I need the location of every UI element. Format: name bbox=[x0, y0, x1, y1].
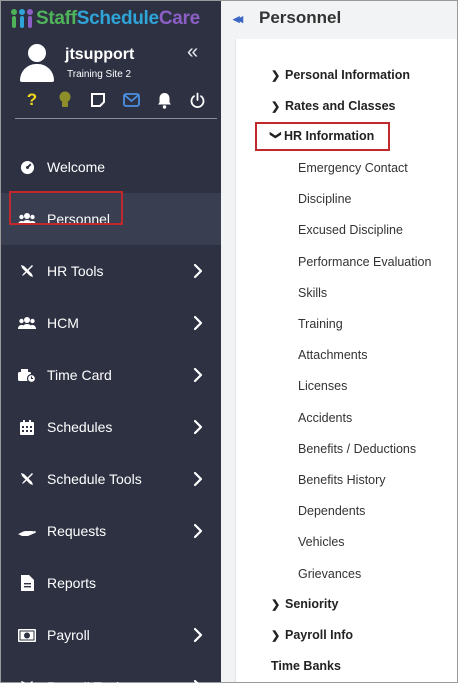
avatar-head bbox=[28, 44, 46, 62]
tree-rates-and-classes[interactable]: ❯ Rates and Classes bbox=[271, 95, 395, 117]
sidebar-item-label: Schedule Tools bbox=[47, 471, 142, 487]
chevron-right-icon: ❯ bbox=[271, 100, 281, 113]
sidebar-item-label: Reports bbox=[47, 575, 97, 591]
avatar[interactable] bbox=[19, 44, 55, 82]
note-icon[interactable] bbox=[89, 91, 107, 109]
page-title: Personnel bbox=[259, 8, 342, 27]
tree-item-discipline[interactable]: Discipline bbox=[298, 188, 352, 210]
chevron-right-icon bbox=[189, 314, 207, 332]
collapse-panel-icon[interactable]: ◂◂ bbox=[233, 11, 243, 27]
sidebar-item-label: Payroll bbox=[47, 627, 90, 643]
chevron-right-icon bbox=[189, 418, 207, 436]
tree-item-attachments[interactable]: Attachments bbox=[298, 344, 367, 366]
sidebar-item-label: HCM bbox=[47, 315, 79, 331]
tree-payroll-info[interactable]: ❯ Payroll Info bbox=[271, 624, 353, 646]
dashboard-icon bbox=[18, 158, 36, 176]
tree-item-accidents[interactable]: Accidents bbox=[298, 407, 352, 429]
brand-logo[interactable]: Staff Schedule Care bbox=[11, 7, 200, 31]
main-content: ◂◂ Personnel ❯ Personal Information ❯ Rate… bbox=[221, 1, 457, 682]
sidebar-item-schedules[interactable]: Schedules bbox=[1, 401, 221, 453]
sidebar-item-label: Welcome bbox=[47, 159, 106, 175]
users-icon bbox=[18, 314, 36, 332]
power-icon[interactable] bbox=[189, 91, 207, 109]
chevron-right-icon bbox=[189, 366, 207, 384]
tree-item-dependents[interactable]: Dependents bbox=[298, 500, 365, 522]
chevron-right-icon: ❯ bbox=[271, 69, 281, 82]
username: jtsupport bbox=[65, 46, 135, 63]
tree-item-performance-evaluation[interactable]: Performance Evaluation bbox=[298, 251, 431, 273]
tree-item-skills[interactable]: Skills bbox=[298, 282, 327, 304]
collapse-sidebar-icon[interactable]: « bbox=[187, 41, 198, 64]
user-panel: jtsupport Training Site 2 « ? bbox=[15, 41, 217, 119]
tree-time-banks[interactable]: Time Banks bbox=[271, 655, 341, 677]
hand-icon bbox=[18, 522, 36, 540]
mail-icon[interactable] bbox=[123, 91, 141, 109]
tools-icon bbox=[18, 262, 36, 280]
site-name: Training Site 2 bbox=[67, 69, 132, 80]
sidebar-item-label: Requests bbox=[47, 523, 107, 539]
tree-label: Rates and Classes bbox=[285, 99, 396, 113]
tree-item-emergency-contact[interactable]: Emergency Contact bbox=[298, 157, 408, 179]
tools-icon bbox=[18, 470, 36, 488]
sidebar-item-hr-tools[interactable]: HR Tools bbox=[1, 245, 221, 297]
top-bar: ◂◂ Personnel bbox=[221, 1, 457, 37]
sidebar-item-payroll[interactable]: Payroll bbox=[1, 609, 221, 661]
tree-hr-information-overlay[interactable]: ❯ HR Information bbox=[269, 125, 375, 147]
tree-item-licenses[interactable]: Licenses bbox=[298, 375, 347, 397]
sidebar-item-label: Payroll Tools bbox=[47, 679, 126, 683]
chevron-right-icon: ❯ bbox=[271, 598, 281, 611]
chevron-right-icon bbox=[189, 522, 207, 540]
sidebar-item-hcm[interactable]: HCM bbox=[1, 297, 221, 349]
tools-icon bbox=[18, 678, 36, 683]
sidebar-item-requests[interactable]: Requests bbox=[1, 505, 221, 557]
tree-personal-information[interactable]: ❯ Personal Information bbox=[271, 64, 410, 86]
money-icon bbox=[18, 626, 36, 644]
logo-people-icon bbox=[11, 9, 33, 29]
tree-item-grievances[interactable]: Grievances bbox=[298, 563, 361, 585]
tree-seniority[interactable]: ❯ Seniority bbox=[271, 593, 339, 615]
sidebar-item-welcome[interactable]: Welcome bbox=[1, 141, 221, 193]
status-icons-bar: ? bbox=[23, 90, 207, 109]
tree-label: HR Information bbox=[284, 129, 375, 143]
sidebar-item-time-card[interactable]: Time Card bbox=[1, 349, 221, 401]
chevron-right-icon bbox=[189, 262, 207, 280]
calendar-icon bbox=[18, 418, 36, 436]
tree-label: Time Banks bbox=[271, 659, 341, 673]
tree-label: Payroll Info bbox=[285, 628, 354, 642]
chevron-right-icon bbox=[189, 626, 207, 644]
personnel-highlight-box bbox=[9, 191, 123, 225]
clock-card-icon bbox=[18, 366, 36, 384]
chevron-right-icon bbox=[189, 678, 207, 683]
lightbulb-icon[interactable] bbox=[56, 91, 74, 109]
brand-part-staff: Staff bbox=[36, 8, 77, 29]
tree-item-excused-discipline[interactable]: Excused Discipline bbox=[298, 219, 403, 241]
brand-part-care: Care bbox=[158, 8, 200, 29]
report-icon bbox=[18, 574, 36, 592]
tree-item-training[interactable]: Training bbox=[298, 313, 343, 335]
sidebar: Staff Schedule Care jtsupport Training Sit… bbox=[1, 1, 221, 683]
sidebar-item-schedule-tools[interactable]: Schedule Tools bbox=[1, 453, 221, 505]
brand-part-schedule: Schedule bbox=[76, 8, 159, 29]
tree-label: Personal Information bbox=[285, 68, 411, 82]
sidebar-item-reports[interactable]: Reports bbox=[1, 557, 221, 609]
tree-item-vehicles[interactable]: Vehicles bbox=[298, 531, 345, 553]
chevron-right-icon bbox=[189, 470, 207, 488]
help-icon[interactable]: ? bbox=[23, 90, 41, 109]
tree-label: Seniority bbox=[285, 597, 339, 611]
sidebar-item-label: Time Card bbox=[47, 367, 112, 383]
chevron-right-icon: ❯ bbox=[271, 629, 281, 642]
bell-icon[interactable] bbox=[156, 91, 174, 109]
tree-item-benefits-history[interactable]: Benefits History bbox=[298, 469, 386, 491]
sidebar-item-label: HR Tools bbox=[47, 263, 104, 279]
avatar-body bbox=[20, 64, 54, 82]
sidebar-item-label: Schedules bbox=[47, 419, 113, 435]
tree-item-benefits-deductions[interactable]: Benefits / Deductions bbox=[298, 438, 416, 460]
chevron-down-icon: ❯ bbox=[269, 130, 282, 140]
sidebar-item-payroll-tools[interactable]: Payroll Tools bbox=[1, 661, 221, 683]
